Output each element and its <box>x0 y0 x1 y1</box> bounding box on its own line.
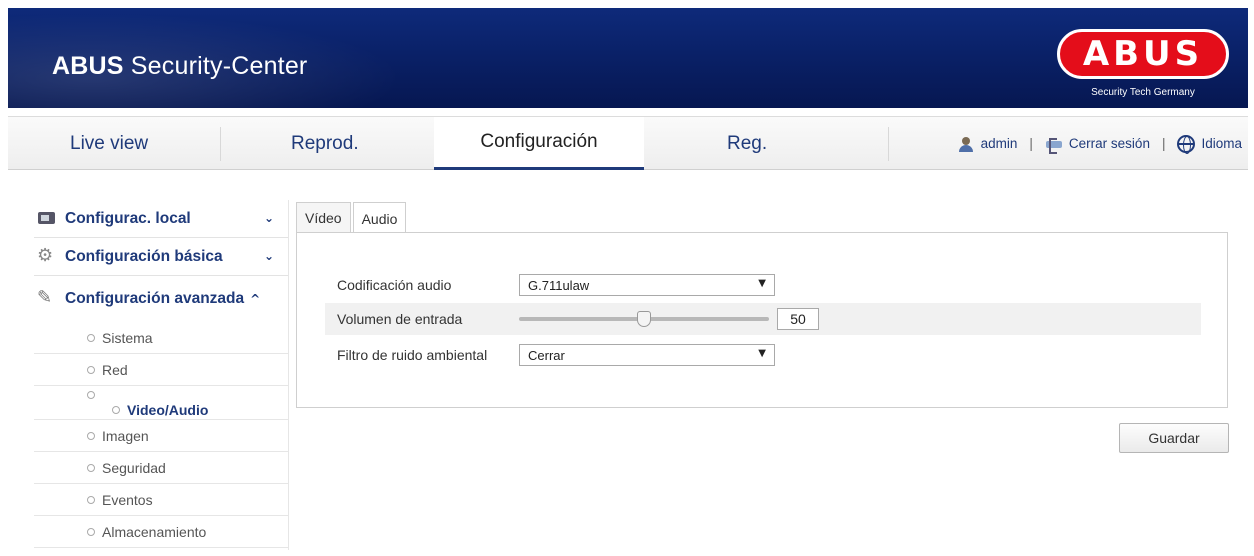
sidebar-divider <box>288 200 289 550</box>
logout-link[interactable]: Cerrar sesión <box>1069 136 1150 151</box>
sidebar-item-red[interactable]: Red <box>34 354 288 386</box>
noise-filter-select[interactable]: Cerrar ▼ <box>519 344 775 366</box>
tab-live-view[interactable]: Live view <box>70 117 148 170</box>
sidebar-item-label: Eventos <box>102 491 153 508</box>
dropdown-arrow-icon: ▼ <box>758 348 766 359</box>
logo-tagline: Security Tech Germany <box>1091 87 1195 98</box>
logo-pill: ABUS <box>1057 29 1229 79</box>
sidebar: Configurac. local ⌄ Configuración básica… <box>34 200 288 548</box>
monitor-icon <box>37 211 57 227</box>
wrench-icon <box>37 287 57 308</box>
logo-text: ABUS <box>1082 34 1204 74</box>
sidebar-item-label: Seguridad <box>102 459 166 476</box>
sidebar-item-video-audio[interactable]: Video/Audio <box>34 386 288 420</box>
sidebar-item-label: Imagen <box>102 427 149 444</box>
save-button[interactable]: Guardar <box>1119 423 1229 453</box>
chevron-down-icon: ⌄ <box>263 211 274 225</box>
bullet-icon <box>87 391 95 399</box>
separator: | <box>1161 136 1166 151</box>
bullet-icon <box>87 333 95 342</box>
sidebar-group-advanced-config[interactable]: Configuración avanzada ^ <box>34 276 288 322</box>
sidebar-item-imagen[interactable]: Imagen <box>34 420 288 452</box>
tab-reg[interactable]: Reg. <box>727 117 767 170</box>
tab-audio[interactable]: Audio <box>352 202 407 234</box>
bullet-icon <box>87 463 95 472</box>
bullet-icon <box>87 365 95 374</box>
app-header: ABUS Security-Center ABUS Security Tech … <box>8 8 1248 108</box>
globe-icon[interactable] <box>1177 134 1196 154</box>
sidebar-item-almacenamiento[interactable]: Almacenamiento <box>34 516 288 548</box>
sidebar-item-label: Video/Audio <box>127 401 209 418</box>
separator: | <box>1029 136 1033 151</box>
app-title: ABUS Security-Center <box>52 52 307 81</box>
slider-handle[interactable] <box>637 311 651 327</box>
user-icon <box>957 136 975 152</box>
sidebar-group-basic-config[interactable]: Configuración básica ⌄ <box>34 238 288 276</box>
audio-encoding-row: Codificación audio G.711ulaw ▼ <box>325 269 1201 301</box>
audio-settings-panel: Codificación audio G.711ulaw ▼ Volumen d… <box>296 232 1228 408</box>
audio-encoding-label: Codificación audio <box>337 277 452 293</box>
sidebar-item-eventos[interactable]: Eventos <box>34 484 288 516</box>
tab-reprod[interactable]: Reprod. <box>291 117 359 170</box>
nav-divider <box>888 127 889 161</box>
audio-encoding-select[interactable]: G.711ulaw ▼ <box>519 274 775 296</box>
sidebar-item-label: Almacenamiento <box>102 523 207 540</box>
user-name[interactable]: admin <box>981 136 1018 151</box>
sidebar-group-label: Configuración básica <box>65 247 223 265</box>
chevron-down-icon: ⌄ <box>263 249 274 263</box>
sidebar-group-label: Configurac. local <box>65 209 191 227</box>
select-value: G.711ulaw <box>528 277 590 293</box>
app-title-rest: Security-Center <box>123 52 308 80</box>
select-value: Cerrar <box>528 347 565 363</box>
bullet-icon <box>87 495 95 504</box>
gear-icon <box>37 245 57 266</box>
input-volume-value[interactable]: 50 <box>777 308 819 330</box>
bullet-icon <box>87 527 95 536</box>
sidebar-item-label: Sistema <box>102 329 153 346</box>
input-volume-slider[interactable] <box>519 308 769 330</box>
input-volume-label: Volumen de entrada <box>337 311 463 327</box>
content-tabs: Vídeo Audio <box>296 202 408 234</box>
bullet-icon <box>112 405 120 414</box>
app-title-bold: ABUS <box>52 52 124 80</box>
logout-icon[interactable] <box>1045 136 1063 154</box>
bullet-icon <box>87 431 95 440</box>
user-area: admin | Cerrar sesión | Idioma <box>957 117 1242 170</box>
abus-logo: ABUS Security Tech Germany <box>1057 29 1229 108</box>
sidebar-group-local-config[interactable]: Configurac. local ⌄ <box>34 200 288 238</box>
sidebar-item-label: Red <box>102 361 128 378</box>
nav-divider <box>220 127 221 161</box>
dropdown-arrow-icon: ▼ <box>758 278 766 289</box>
sidebar-item-seguridad[interactable]: Seguridad <box>34 452 288 484</box>
tab-video[interactable]: Vídeo <box>296 202 351 233</box>
chevron-up-icon: ^ <box>250 292 261 306</box>
language-link[interactable]: Idioma <box>1201 136 1242 151</box>
input-volume-row: Volumen de entrada 50 <box>325 303 1201 335</box>
noise-filter-label: Filtro de ruido ambiental <box>337 347 488 363</box>
noise-filter-row: Filtro de ruido ambiental Cerrar ▼ <box>325 339 1201 371</box>
main-nav: Live view Reprod. Configuración Reg. adm… <box>8 116 1248 170</box>
sidebar-item-sistema[interactable]: Sistema <box>34 322 288 354</box>
sidebar-group-label: Configuración avanzada <box>65 290 245 307</box>
tab-configuracion[interactable]: Configuración <box>434 117 644 170</box>
